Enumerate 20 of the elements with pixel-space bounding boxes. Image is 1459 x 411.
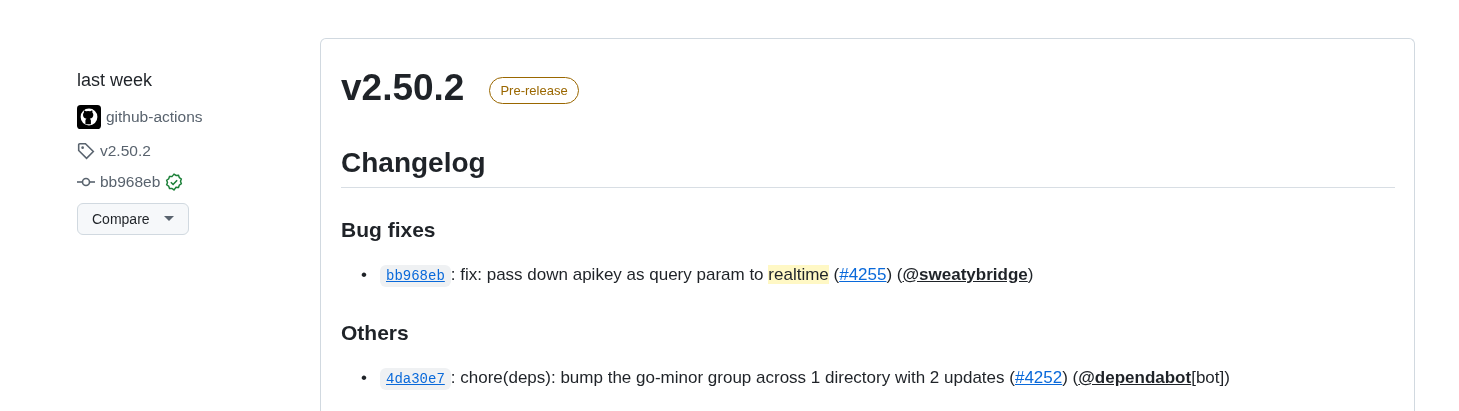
avatar-icon [77, 105, 101, 129]
commit-icon [77, 177, 95, 187]
bullet-mark: • [361, 264, 368, 286]
changelog-entry: bb968eb : fix: pass down apikey as query param to realtime (#4255) (@sweatybridge) [380, 260, 1034, 291]
section-heading: Others [341, 321, 410, 345]
changelog-heading: Changelog [341, 147, 1395, 188]
caret-icon [163, 216, 174, 222]
changelog-entry: 4da30e7 : chore(deps): bump the go-minor group across 1 directory with 2 updates (#4252) (@dependabot[bot]) [380, 363, 1230, 394]
bullet-mark: • [361, 367, 368, 389]
release-title: v2.50.2 [341, 67, 465, 109]
commit-link[interactable]: bb968eb [100, 173, 161, 191]
tag-icon [77, 142, 95, 160]
release-date: last week [77, 70, 153, 91]
compare-button[interactable]: Compare [77, 203, 189, 235]
issue-link[interactable]: #4255 [839, 265, 887, 284]
user-mention-link[interactable]: @sweatybridge [902, 265, 1028, 284]
author-link[interactable]: github-actions [106, 108, 203, 126]
user-mention-link[interactable]: @dependabot [1078, 368, 1192, 387]
tag-link[interactable]: v2.50.2 [100, 142, 151, 160]
section-heading: Bug fixes [341, 218, 437, 242]
